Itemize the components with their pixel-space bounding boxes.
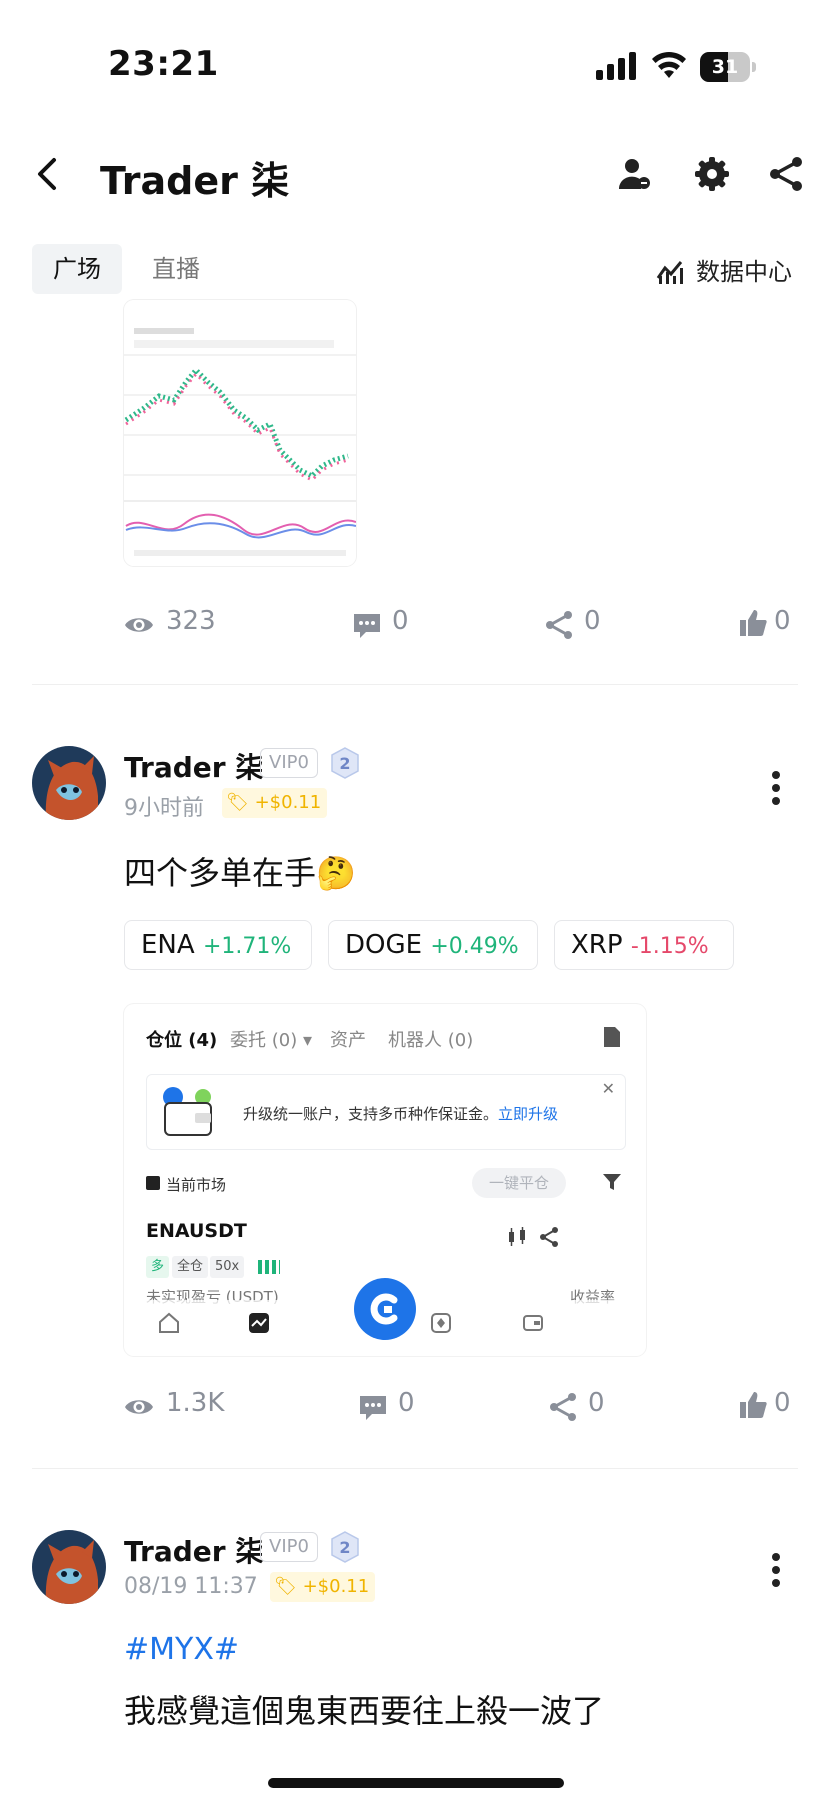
- post2-likes: 0: [774, 1388, 791, 1418]
- ticker-chip-xrp[interactable]: XRP -1.15%: [554, 920, 734, 970]
- post-time: 9小时前: [124, 796, 204, 821]
- filter-icon: [603, 1174, 621, 1190]
- hashtag-link[interactable]: #MYX#: [124, 1632, 239, 1667]
- author-avatar[interactable]: [32, 746, 106, 820]
- battery-level: 31: [711, 56, 739, 78]
- long-tag: 多: [146, 1256, 170, 1278]
- level-badge-icon: 2: [331, 1531, 359, 1563]
- post-text: 四个多单在手🤔: [124, 854, 356, 892]
- position-symbol: ENAUSDT: [146, 1220, 247, 1242]
- data-center-icon[interactable]: [656, 256, 686, 286]
- share-small-icon: [540, 1227, 558, 1247]
- candlestick-chart-picture: [124, 300, 356, 566]
- author-name[interactable]: Trader 柒: [124, 746, 263, 786]
- like-thumbs-up-icon[interactable]: [738, 608, 768, 638]
- post-time: 08/19 11:37: [124, 1574, 258, 1599]
- signal-bars-icon: [258, 1260, 280, 1274]
- document-icon: [604, 1027, 620, 1047]
- like-thumbs-up-icon[interactable]: [738, 1390, 768, 1420]
- ticker-symbol: ENA: [141, 930, 195, 960]
- post2-views: 1.3K: [166, 1388, 225, 1418]
- current-market-label: 当前市场: [166, 1176, 227, 1194]
- tip-amount: +$0.11: [302, 1576, 370, 1597]
- vip-badge: VIP0: [260, 1532, 318, 1562]
- post-divider: [32, 1468, 798, 1469]
- author-name[interactable]: Trader 柒: [124, 1530, 263, 1570]
- author-avatar[interactable]: [32, 1530, 106, 1604]
- exchange-fab-icon: [354, 1278, 416, 1340]
- back-icon[interactable]: [34, 156, 60, 192]
- settings-gear-icon[interactable]: [694, 156, 730, 192]
- views-eye-icon: [125, 618, 153, 632]
- checkbox-icon: [146, 1176, 160, 1190]
- banner-message: 升级统一账户，支持多币种作保证金。: [243, 1105, 499, 1123]
- ticker-change: +0.49%: [430, 934, 519, 959]
- close-all-button: 一键平仓: [472, 1168, 566, 1198]
- more-options-icon[interactable]: [770, 1552, 782, 1588]
- cellular-signal-icon: [596, 52, 636, 80]
- post2-shares: 0: [588, 1388, 605, 1418]
- tip-badge: 🏷 +$0.11: [222, 788, 328, 818]
- shot-tab-assets: 资产: [330, 1030, 366, 1051]
- post-chart-image[interactable]: [124, 300, 356, 566]
- earn-icon: [431, 1313, 451, 1333]
- tip-badge: 🏷 +$0.11: [270, 1572, 376, 1602]
- assets-icon: [523, 1315, 543, 1331]
- tab-live[interactable]: 直播: [152, 244, 200, 294]
- data-center-link[interactable]: 数据中心: [696, 252, 792, 287]
- share-icon[interactable]: [768, 156, 804, 192]
- banner-link: 立即升级: [498, 1105, 559, 1123]
- share-count-icon[interactable]: [548, 1392, 578, 1422]
- post1-likes: 0: [774, 606, 791, 636]
- post1-comments: 0: [392, 606, 409, 636]
- post-divider: [32, 684, 798, 685]
- level-badge-icon: 2: [331, 747, 359, 779]
- candles-icon: [509, 1227, 525, 1246]
- trade-icon: [249, 1313, 269, 1333]
- status-time: 23:21: [108, 44, 219, 84]
- tab-square[interactable]: 广场: [32, 244, 122, 294]
- post2-comments: 0: [398, 1388, 415, 1418]
- close-icon: ✕: [601, 1079, 615, 1098]
- post-text: 我感覺這個鬼東西要往上殺一波了: [124, 1692, 605, 1730]
- ticker-change: +1.71%: [202, 934, 292, 959]
- views-eye-icon: [125, 1400, 153, 1414]
- more-options-icon[interactable]: [770, 770, 782, 806]
- shot-tab-positions: 仓位 (4): [146, 1030, 218, 1051]
- ticker-symbol: DOGE: [345, 930, 423, 960]
- share-count-icon[interactable]: [544, 610, 574, 640]
- post1-shares: 0: [584, 606, 601, 636]
- banner-text: 升级统一账户，支持多币种作保证金。立即升级: [243, 1103, 558, 1124]
- tip-coin-icon: 🏷: [274, 1576, 297, 1597]
- level-number: 2: [339, 754, 350, 773]
- post-screenshot-image[interactable]: 仓位 (4) 委托 (0) ▾ 资产 机器人 (0) 升级统一账户，支持多币种作…: [124, 1004, 646, 1356]
- comment-icon[interactable]: [358, 1392, 388, 1422]
- ticker-chip-ena[interactable]: ENA +1.71%: [124, 920, 312, 970]
- ticker-symbol: XRP: [571, 930, 623, 960]
- post1-views: 323: [166, 606, 216, 636]
- margin-tag: 全仓: [172, 1256, 209, 1278]
- tip-coin-icon: 🏷: [226, 792, 249, 813]
- ticker-change: -1.15%: [630, 934, 709, 959]
- tip-amount: +$0.11: [254, 792, 322, 813]
- leverage-tag: 50x: [210, 1256, 245, 1278]
- page-title: Trader 柒: [100, 159, 290, 203]
- user-profile-icon[interactable]: [616, 156, 652, 192]
- feed-tabs: 广场 直播: [32, 244, 232, 294]
- wifi-icon: [652, 51, 686, 78]
- battery-icon: 31: [700, 52, 756, 82]
- home-indicator: [268, 1778, 564, 1788]
- level-number: 2: [339, 1538, 350, 1557]
- vip-badge: VIP0: [260, 748, 318, 778]
- ticker-chip-doge[interactable]: DOGE +0.49%: [328, 920, 538, 970]
- shot-tab-bots: 机器人 (0): [388, 1030, 474, 1051]
- upgrade-banner: 升级统一账户，支持多币种作保证金。立即升级 ✕: [146, 1074, 626, 1150]
- shot-tab-orders: 委托 (0) ▾: [230, 1030, 312, 1051]
- home-icon: [159, 1312, 179, 1333]
- comment-icon[interactable]: [352, 610, 382, 640]
- wallet-illustration-icon: [163, 1087, 212, 1136]
